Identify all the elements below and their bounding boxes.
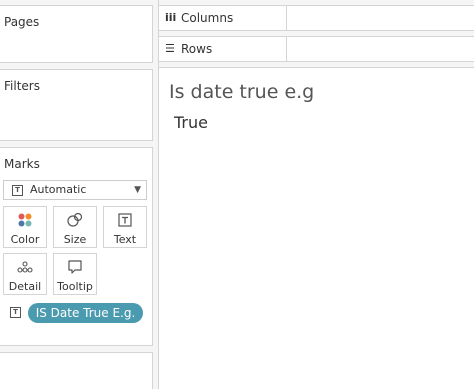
filters-card[interactable]: Filters [0, 69, 153, 141]
tableau-worksheet: Pages Filters Marks T Automatic ▼ Color [0, 0, 474, 389]
color-button[interactable]: Color [3, 206, 47, 248]
rows-shelf-label: Rows [181, 42, 213, 56]
detail-button[interactable]: Detail [3, 253, 47, 295]
text-button[interactable]: Text [103, 206, 147, 248]
filters-card-title: Filters [4, 79, 40, 93]
size-button[interactable]: Size [53, 206, 97, 248]
columns-icon: iii [165, 11, 177, 24]
mark-type-dropdown[interactable]: T Automatic ▼ [3, 180, 147, 200]
text-icon [104, 212, 146, 228]
view-title: Is date true e.g [169, 81, 315, 103]
color-button-label: Color [10, 233, 40, 246]
view-canvas[interactable]: Is date true e.g True [159, 67, 474, 389]
size-button-label: Size [63, 233, 87, 246]
columns-drop-zone[interactable] [287, 6, 474, 30]
tooltip-button[interactable]: Tooltip [53, 253, 97, 295]
view-value: True [174, 113, 208, 132]
tooltip-icon [54, 259, 96, 275]
detail-button-label: Detail [8, 280, 42, 293]
detail-icon [4, 259, 46, 275]
columns-shelf-label: Columns [181, 11, 234, 25]
rows-shelf: ☰ Rows [159, 36, 474, 62]
rows-drop-zone[interactable] [287, 37, 474, 61]
text-encoding-icon[interactable]: T [10, 307, 21, 318]
tooltip-button-label: Tooltip [57, 280, 93, 293]
chevron-down-icon: ▼ [134, 185, 141, 195]
rows-icon: ☰ [165, 42, 175, 55]
pages-card-title: Pages [4, 15, 40, 29]
text-mark-icon: T [12, 185, 23, 196]
mark-type-label: Automatic [30, 183, 87, 196]
marks-card-title: Marks [4, 157, 40, 171]
left-pane-empty [0, 352, 153, 389]
size-icon [54, 212, 96, 228]
rows-shelf-header: ☰ Rows [159, 37, 287, 61]
color-icon [4, 212, 46, 228]
field-pill[interactable]: IS Date True E.g. [28, 303, 143, 323]
pages-card[interactable]: Pages [0, 5, 153, 63]
text-button-label: Text [113, 233, 137, 246]
columns-shelf: iii Columns [159, 5, 474, 31]
columns-shelf-header: iii Columns [159, 6, 287, 30]
